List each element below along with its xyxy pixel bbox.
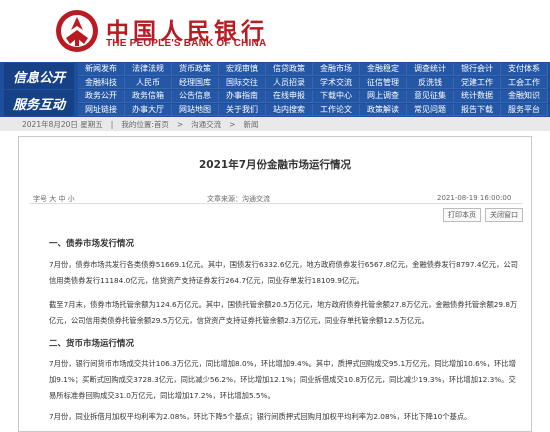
- breadcrumb-separator: >: [229, 119, 236, 129]
- nav-item[interactable]: 关于我们: [219, 103, 266, 116]
- nav-item[interactable]: 金融市场: [313, 63, 360, 76]
- paragraph-bond-issuance: 7月份，债券市场共发行各类债券51669.1亿元。其中，国债发行6332.6亿元…: [49, 260, 518, 285]
- nav-grid: 新闻发布 法律法规 货币政策 宏观审慎 信贷政策 金融市场 金融稳定 调查统计 …: [78, 63, 548, 117]
- nav-row: 金融科技 人民币 经理国库 国际交往 人员招录 学术交流 征信管理 反洗钱 党建…: [78, 76, 548, 91]
- nav-row: 网址链接 办事大厅 网站地图 关于我们 站内搜索 工作论文 政策解读 常见问题 …: [78, 103, 548, 118]
- paragraph-bond-custody: 截至7月末，债券市场托管余额为124.6万亿元。其中，国债托管余额20.5万亿元…: [49, 300, 518, 325]
- nav-item[interactable]: 经理国库: [172, 76, 219, 89]
- nav-row: 政务公开 政务信箱 公告信息 办事指南 在线申报 下载中心 网上调查 意见征集 …: [78, 90, 548, 104]
- article-panel: 2021年7月份金融市场运行情况 字号 大 中 小 文章来源：沟通交流 2021…: [18, 136, 532, 432]
- nav-item[interactable]: 办事大厅: [125, 103, 172, 116]
- nav-item[interactable]: 征信管理: [360, 76, 407, 89]
- nav-item[interactable]: 信贷政策: [266, 63, 313, 76]
- nav-label-service-interaction: 服务互动: [4, 90, 74, 116]
- main-navigation: 信息公开 服务互动 新闻发布 法律法规 货币政策 宏观审慎 信贷政策 金融市场 …: [0, 62, 550, 117]
- section-heading-bond-market: 一、债券市场发行情况: [49, 239, 135, 249]
- nav-item[interactable]: 支付体系: [501, 63, 548, 76]
- nav-item[interactable]: 政策解读: [360, 103, 407, 116]
- nav-item[interactable]: 工会工作: [501, 76, 548, 89]
- nav-label-info-disclosure: 信息公开: [4, 63, 74, 89]
- current-date: 2021年8月20日 星期五: [22, 119, 103, 129]
- nav-item[interactable]: 法律法规: [125, 63, 172, 76]
- nav-row: 新闻发布 法律法规 货币政策 宏观审慎 信贷政策 金融市场 金融稳定 调查统计 …: [78, 63, 548, 77]
- close-window-button[interactable]: 关闭窗口: [485, 208, 523, 222]
- article-actions: 打印本页 关闭窗口: [443, 208, 523, 222]
- breadcrumb-news[interactable]: 新闻: [243, 119, 258, 130]
- breadcrumb-separator: |: [110, 119, 114, 129]
- breadcrumb-separator: >: [176, 119, 184, 129]
- nav-item[interactable]: 金融稳定: [360, 63, 407, 76]
- nav-item[interactable]: 反洗钱: [407, 76, 454, 89]
- nav-item[interactable]: 下载中心: [313, 90, 360, 103]
- nav-item[interactable]: 人民币: [125, 76, 172, 89]
- breadcrumb: 2021年8月20日 星期五 | 我的位置:首页 > 沟通交流 > 新闻: [0, 117, 550, 131]
- breadcrumb-home[interactable]: 我的位置:首页: [121, 119, 169, 130]
- nav-item[interactable]: 工作论文: [313, 103, 360, 116]
- nav-item[interactable]: 常见问题: [407, 103, 454, 116]
- nav-item[interactable]: 意见征集: [407, 90, 454, 103]
- nav-item[interactable]: 党建工作: [454, 76, 501, 89]
- nav-item[interactable]: 网上调查: [360, 90, 407, 103]
- breadcrumb-communication[interactable]: 沟通交流: [191, 119, 221, 130]
- paragraph-interest-rates: 7月份，同业拆借月加权平均利率为2.08%，环比下降5个基点；银行间质押式回购月…: [49, 412, 472, 421]
- nav-item[interactable]: 银行会计: [454, 63, 501, 76]
- divider: [29, 203, 523, 204]
- nav-item[interactable]: 人员招录: [266, 76, 313, 89]
- site-header: 中国人民银行 THE PEOPLE'S BANK OF CHINA: [0, 0, 550, 62]
- nav-item[interactable]: 新闻发布: [78, 63, 125, 76]
- nav-item[interactable]: 站内搜索: [266, 103, 313, 116]
- site-logo-english[interactable]: THE PEOPLE'S BANK OF CHINA: [106, 38, 266, 49]
- nav-item[interactable]: 金融知识: [501, 90, 548, 103]
- nav-item[interactable]: 网址链接: [78, 103, 125, 116]
- nav-item[interactable]: 在线申报: [266, 90, 313, 103]
- nav-item[interactable]: 宏观审慎: [219, 63, 266, 76]
- pboc-emblem-icon: [56, 10, 98, 52]
- nav-item[interactable]: 国际交往: [219, 76, 266, 89]
- nav-item[interactable]: 办事指南: [219, 90, 266, 103]
- article-datetime: 2021-08-19 16:00:00: [437, 194, 512, 202]
- nav-item[interactable]: 金融科技: [78, 76, 125, 89]
- nav-item[interactable]: 统计数据: [454, 90, 501, 103]
- paragraph-money-market-volume: 7月份，银行间货币市场成交共计106.3万亿元，同比增加8.0%，环比增加9.4…: [49, 359, 516, 400]
- article-title: 2021年7月份金融市场运行情况: [198, 159, 352, 171]
- nav-item[interactable]: 服务平台: [501, 103, 548, 116]
- nav-item[interactable]: 货币政策: [172, 63, 219, 76]
- nav-item[interactable]: 政务公开: [78, 90, 125, 103]
- print-button[interactable]: 打印本页: [443, 208, 481, 222]
- nav-item[interactable]: 网站地图: [172, 103, 219, 116]
- nav-item[interactable]: 报告下载: [454, 103, 501, 116]
- nav-item[interactable]: 学术交流: [313, 76, 360, 89]
- section-heading-money-market: 二、货币市场运行情况: [49, 339, 135, 349]
- nav-item[interactable]: 调查统计: [407, 63, 454, 76]
- nav-item[interactable]: 公告信息: [172, 90, 219, 103]
- nav-item[interactable]: 政务信箱: [125, 90, 172, 103]
